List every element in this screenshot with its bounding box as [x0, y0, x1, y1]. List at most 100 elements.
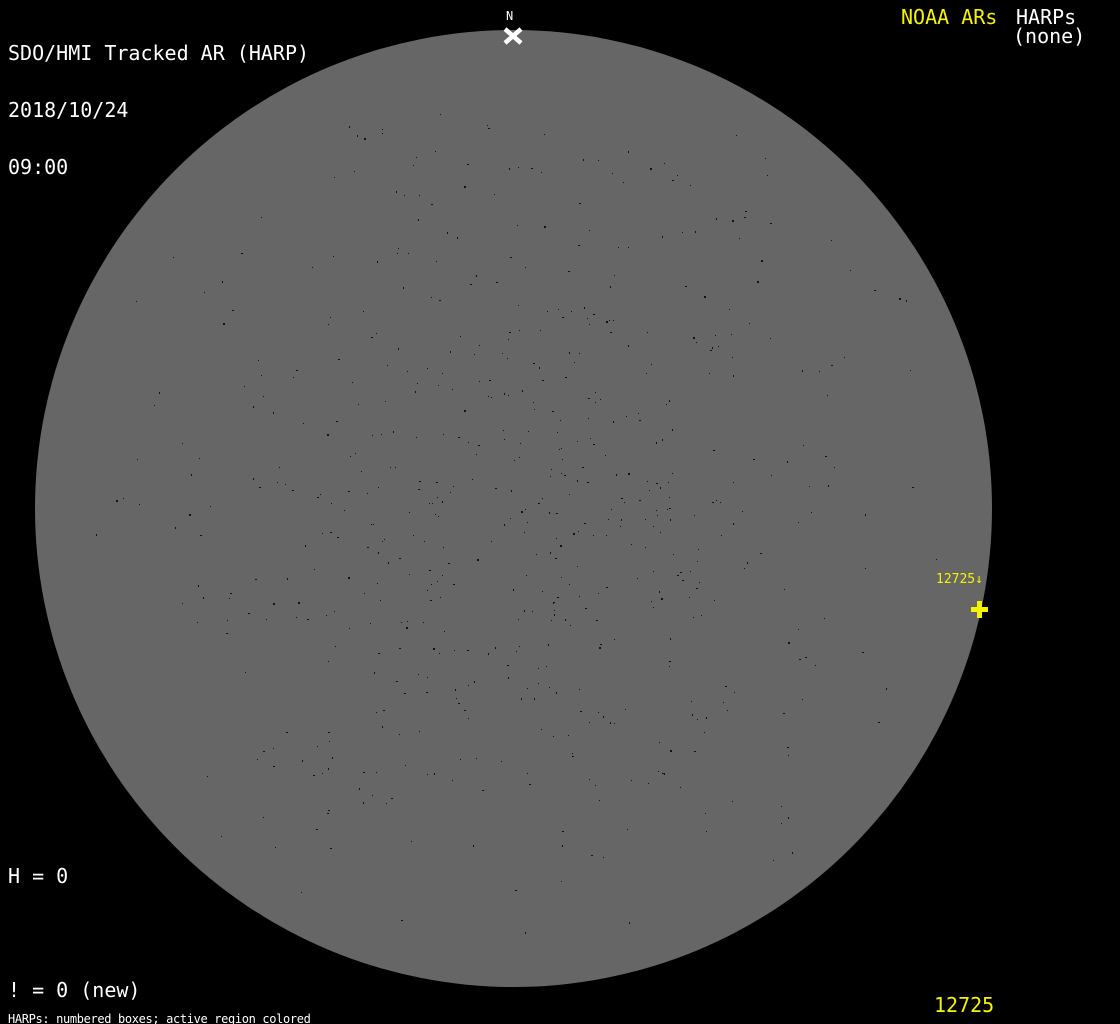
footnote-harps: HARPs: numbered boxes; active region col… [8, 1013, 407, 1024]
sunspot-speckle [241, 253, 243, 254]
sunspot-speckle [427, 774, 428, 775]
sunspot-speckle [742, 511, 743, 512]
sunspot-speckle [301, 892, 302, 893]
sunspot-speckle [799, 659, 801, 660]
sunspot-speckle [405, 765, 406, 766]
sunspot-speckle [732, 220, 734, 222]
sunspot-speckle [610, 332, 612, 333]
sunspot-speckle [476, 758, 477, 759]
time-label: 09:00 [8, 158, 309, 177]
sunspot-speckle [603, 716, 604, 718]
sunspot-speckle [771, 475, 772, 476]
sunspot-speckle [788, 642, 790, 644]
sunspot-speckle [555, 558, 557, 559]
sunspot-speckle [631, 780, 632, 781]
sunspot-speckle [542, 380, 544, 381]
sunspot-speckle [263, 751, 265, 752]
sunspot-speckle [454, 650, 455, 651]
sunspot-speckle [529, 784, 531, 785]
sunspot-speckle [579, 353, 580, 354]
sunspot-speckle [533, 363, 535, 364]
sunspot-speckle [528, 431, 529, 432]
sunspot-speckle [698, 549, 699, 550]
sunspot-speckle [669, 497, 670, 498]
sunspot-speckle [579, 203, 581, 204]
sunspot-speckle [363, 802, 364, 804]
sunspot-speckle [538, 503, 540, 504]
sunspot-speckle [382, 129, 383, 130]
sunspot-speckle [210, 506, 211, 507]
sunspot-speckle [244, 386, 245, 387]
sunspot-speckle [427, 590, 428, 591]
sunspot-speckle [139, 504, 140, 505]
harps-none-value: (none) [1013, 27, 1085, 46]
sunspot-speckle [159, 392, 160, 394]
sunspot-speckle [464, 186, 466, 188]
sunspot-speckle [450, 351, 451, 353]
sunspot-speckle [628, 151, 629, 153]
sunspot-speckle [198, 585, 199, 587]
sunspot-speckle [540, 330, 541, 331]
sunspot-speckle [518, 167, 519, 168]
sunspot-speckle [376, 772, 377, 773]
sunspot-speckle [525, 509, 526, 510]
sunspot-speckle [397, 253, 398, 254]
sunspot-speckle [745, 211, 747, 212]
sunspot-speckle [878, 722, 880, 723]
sunspot-speckle [491, 397, 492, 398]
sunspot-speckle [273, 412, 274, 414]
sunspot-speckle [191, 474, 192, 476]
sunspot-speckle [377, 261, 378, 263]
sunspot-speckle [558, 309, 559, 310]
sunspot-speckle [439, 653, 440, 654]
sunspot-speckle [448, 563, 450, 564]
sunspot-speckle [561, 577, 562, 578]
sunspot-speckle [370, 623, 371, 624]
sunspot-speckle [677, 575, 679, 576]
sunspot-speckle [468, 685, 469, 686]
sunspot-speckle [204, 292, 205, 293]
sunspot-speckle [338, 359, 340, 360]
sunspot-speckle [519, 457, 520, 458]
sunspot-speckle [317, 497, 319, 498]
sunspot-speckle [521, 511, 523, 513]
sunspot-speckle [404, 693, 406, 694]
sunspot-speckle [587, 482, 589, 483]
sunspot-speckle [320, 494, 321, 495]
sunspot-speckle [378, 487, 379, 488]
sunspot-speckle [936, 559, 937, 560]
sunspot-speckle [332, 757, 333, 759]
sunspot-speckle [569, 352, 570, 354]
sunspot-speckle [637, 578, 638, 579]
sunspot-speckle [538, 668, 539, 669]
sunspot-speckle [648, 783, 649, 784]
sunspot-speckle [589, 779, 590, 780]
sunspot-speckle [398, 348, 399, 350]
sunspot-speckle [666, 404, 667, 405]
sunspot-speckle [621, 519, 622, 521]
sunspot-speckle [591, 855, 593, 856]
sunspot-speckle [376, 712, 377, 713]
sunspot-speckle [316, 829, 318, 830]
sunspot-speckle [600, 399, 601, 400]
sunspot-speckle [123, 498, 124, 499]
sunspot-speckle [357, 135, 358, 137]
sunspot-speckle [390, 467, 391, 468]
legend-spacer [8, 924, 237, 943]
sunspot-speckle [584, 523, 586, 524]
sunspot-speckle [371, 337, 373, 338]
sunspot-speckle [691, 701, 692, 702]
sunspot-speckle [293, 377, 294, 378]
sunspot-speckle [403, 287, 404, 289]
sunspot-speckle [562, 845, 563, 847]
sunspot-speckle [504, 439, 505, 440]
sunspot-speckle [787, 747, 789, 748]
sunspot-speckle [387, 365, 388, 366]
sunspot-speckle [482, 790, 484, 791]
sunspot-speckle [116, 500, 118, 502]
sunspot-speckle [287, 578, 288, 580]
sunspot-speckle [427, 677, 428, 678]
sunspot-speckle [690, 185, 691, 186]
sunspot-speckle [507, 665, 509, 666]
sunspot-speckle [579, 689, 580, 690]
